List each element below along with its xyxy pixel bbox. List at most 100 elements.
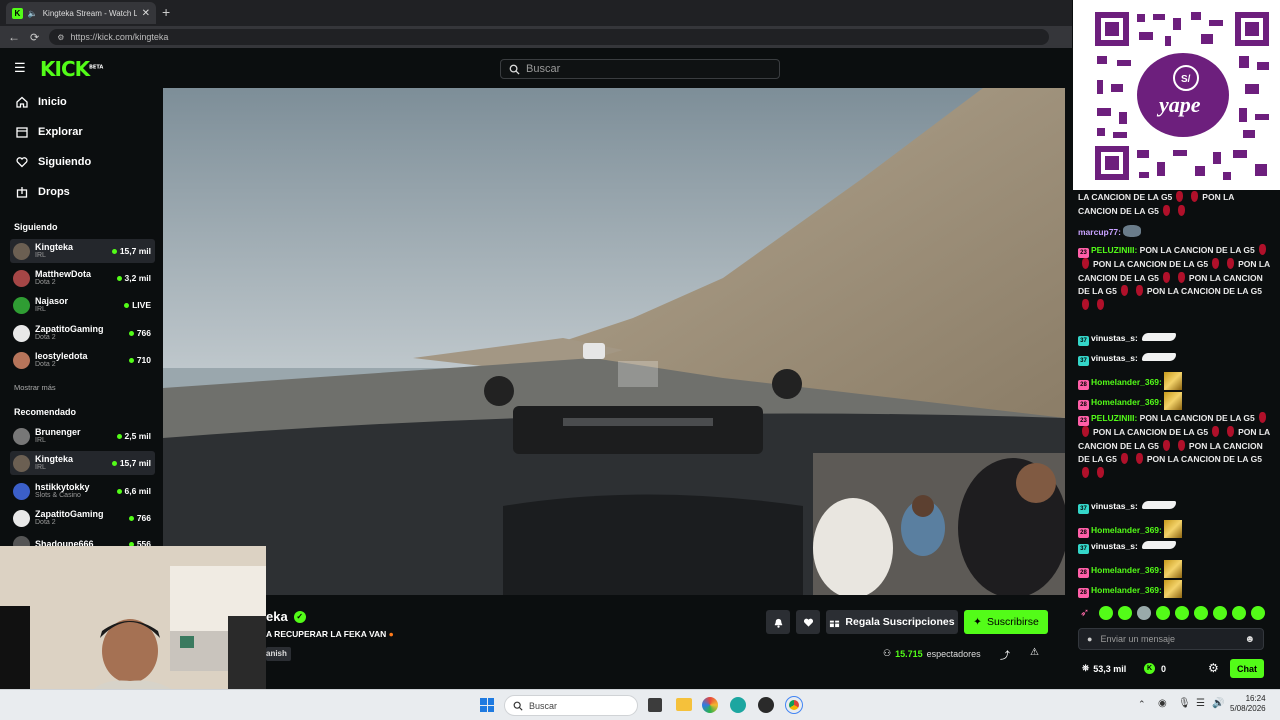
task-view-icon[interactable]	[648, 698, 662, 712]
sidebar-channel-zapatitogaming-rec[interactable]: ZapatitoGaming Dota 2 766	[10, 506, 155, 530]
sidebar: Inicio Explorar Siguiendo Drops Siguiend…	[0, 88, 160, 553]
emote-icon[interactable]	[1232, 606, 1246, 620]
back-icon[interactable]: ←	[8, 30, 20, 44]
kick-logo[interactable]: KICKBETA	[40, 57, 103, 81]
windows-start-icon[interactable]	[480, 698, 494, 712]
notifications-button[interactable]	[766, 610, 790, 634]
live-dot-icon	[111, 460, 117, 466]
sidebar-channel-najasor[interactable]: Najasor IRL LIVE	[10, 293, 155, 317]
menu-icon[interactable]: ☰	[14, 61, 28, 74]
tray-chevron-icon[interactable]: ⌃	[1138, 699, 1146, 710]
followers-info[interactable]: ⛯ 53,3 mil	[1082, 663, 1126, 674]
live-dot-icon	[116, 488, 122, 494]
gift-subs-button[interactable]: Regala Suscripciones	[826, 610, 958, 634]
emote-icon[interactable]	[1194, 606, 1208, 620]
chat-send-button[interactable]: Chat	[1230, 659, 1264, 678]
emoji-icon[interactable]: ☻	[1244, 634, 1263, 645]
follow-button[interactable]	[796, 610, 820, 634]
sidebar-channel-hstikkytokky[interactable]: hstikkytokky Slots & Casino 6,6 mil	[10, 479, 155, 503]
emote-icon	[1164, 392, 1183, 410]
share-icon[interactable]: ⤴	[1000, 647, 1010, 662]
show-more-link[interactable]: Mostrar más	[14, 383, 56, 392]
sub-badge-icon: 37	[1078, 356, 1089, 366]
taskbar: Buscar ⌃ ◉ 🎙 ☰ 🔊 16:24 5/08/2026	[0, 689, 1280, 720]
volume-icon[interactable]: 🔊	[1212, 698, 1224, 709]
file-explorer-icon[interactable]	[676, 698, 692, 711]
video-player[interactable]	[163, 88, 1065, 595]
report-icon[interactable]: ⚠	[1030, 647, 1039, 658]
live-dot-icon	[128, 515, 134, 521]
heart-icon	[803, 618, 813, 627]
viewers-icon: ⚇	[883, 648, 892, 658]
emote-icon	[1164, 372, 1183, 390]
avatar	[13, 324, 30, 342]
close-tab-icon[interactable]: ✕	[142, 8, 150, 19]
emote-icon	[1164, 580, 1183, 598]
emote-icon[interactable]	[1213, 606, 1227, 620]
live-dot-icon	[124, 302, 130, 308]
emote-icon[interactable]	[1156, 606, 1170, 620]
network-tray-icon[interactable]: ◉	[1158, 698, 1167, 709]
video-frame	[163, 88, 1065, 595]
edge-icon[interactable]	[730, 697, 746, 713]
sidebar-channel-kingteka[interactable]: Kingteka IRL 15,7 mil	[10, 239, 155, 263]
avatar	[13, 454, 30, 472]
chat-settings-icon[interactable]: ⚙	[1208, 661, 1219, 675]
speaker-icon[interactable]: 🔈	[28, 9, 38, 18]
browser-tab[interactable]: K 🔈 Kingteka Stream - Watch Live ✕	[6, 2, 156, 24]
svg-text:yape: yape	[1156, 92, 1201, 117]
bird-emote-icon	[1123, 225, 1142, 237]
emote-icon[interactable]	[1175, 606, 1189, 620]
taskbar-search[interactable]: Buscar	[504, 695, 638, 716]
new-tab-button[interactable]: +	[162, 4, 176, 20]
channel-name[interactable]: eka	[266, 609, 288, 624]
qr-code: S/ yape	[1073, 0, 1280, 190]
nav-inicio[interactable]: Inicio	[16, 96, 67, 108]
kick-points[interactable]: K 0	[1144, 663, 1166, 674]
search-input[interactable]: Buscar	[500, 59, 780, 79]
sidebar-channel-kingteka-rec[interactable]: Kingteka IRL 15,7 mil	[10, 451, 155, 475]
emote-icon[interactable]	[1118, 606, 1132, 620]
nav-siguiendo[interactable]: Siguiendo	[16, 156, 91, 168]
subscribe-button[interactable]: ✦ Suscribirse	[964, 610, 1048, 634]
clock[interactable]: 16:24 5/08/2026	[1230, 694, 1266, 714]
chrome-icon[interactable]	[785, 696, 803, 714]
chat-message: 37 vinustas_s:	[1078, 540, 1270, 554]
app-icon[interactable]	[758, 697, 774, 713]
rocket-emote-icon[interactable]: ➶	[1080, 606, 1094, 620]
emote-icon	[1141, 541, 1176, 549]
emote-icon[interactable]	[1099, 606, 1113, 620]
sub-badge-icon: 23	[1078, 248, 1089, 258]
beta-tag: BETA	[89, 64, 104, 71]
site-info-icon[interactable]: ⚙	[57, 33, 64, 42]
sidebar-channel-zapatitogaming[interactable]: ZapatitoGaming Dota 2 766	[10, 321, 155, 345]
nav-explorar[interactable]: Explorar	[16, 126, 83, 138]
nav-drops[interactable]: Drops	[16, 186, 70, 198]
live-dot-icon	[128, 330, 134, 336]
language-tag[interactable]: anish	[266, 647, 291, 661]
sidebar-channel-matthewdota[interactable]: MatthewDota Dota 2 3,2 mil	[10, 266, 155, 290]
tab-title: Kingteka Stream - Watch Live	[42, 8, 137, 18]
address-bar-row: ← ⟳ ⚙ https://kick.com/kingteka	[0, 26, 1072, 48]
sidebar-channel-leostyledota[interactable]: leostyledota Dota 2 710	[10, 348, 155, 372]
sidebar-channel-brunenger[interactable]: Brunenger IRL 2,5 mil	[10, 424, 155, 448]
avatar	[13, 482, 30, 500]
search-icon	[509, 64, 520, 75]
mic-tray-icon[interactable]: 🎙	[1178, 698, 1191, 709]
fire-icon: ●	[388, 629, 394, 639]
emote-icon	[1176, 191, 1184, 202]
reload-icon[interactable]: ⟳	[30, 31, 39, 44]
chat-message: 37 vinustas_s:	[1078, 352, 1270, 366]
copilot-icon[interactable]	[702, 697, 718, 713]
wifi-icon[interactable]: ☰	[1196, 698, 1205, 709]
emote-icon	[1162, 204, 1170, 216]
url-field[interactable]: ⚙ https://kick.com/kingteka	[49, 29, 1050, 45]
live-dot-icon	[111, 248, 117, 254]
emote-icon[interactable]	[1251, 606, 1265, 620]
chat-message-input[interactable]: ● Enviar un mensaje ☻	[1078, 628, 1264, 650]
chat-message: 28 Homelander_369:	[1078, 372, 1270, 390]
emote-icon[interactable]	[1137, 606, 1151, 620]
avatar	[13, 242, 30, 260]
viewer-count: ⚇ 15.715 espectadores	[883, 648, 981, 659]
bell-icon	[774, 618, 782, 628]
